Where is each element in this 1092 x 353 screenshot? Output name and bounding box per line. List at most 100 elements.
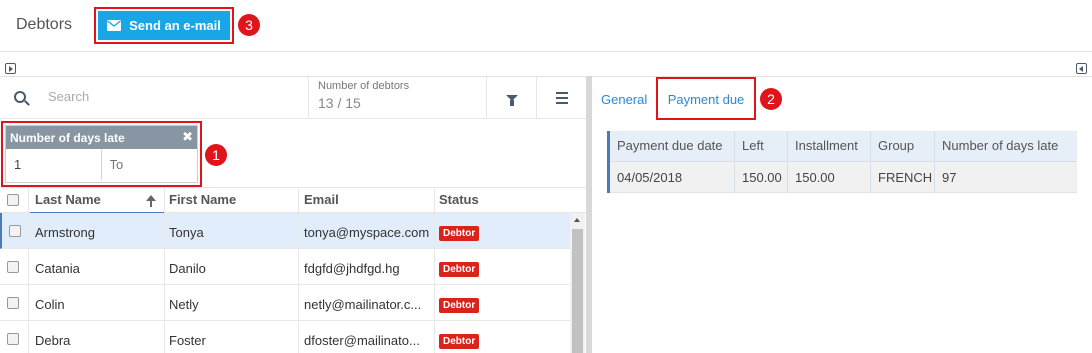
column-divider (787, 131, 788, 193)
cell-last-name: Debra (35, 333, 71, 348)
days-late-filter: Number of days late ✖ (5, 125, 198, 183)
cell-email: tonya@myspace.com (304, 225, 430, 240)
column-divider (434, 321, 435, 353)
table-scrollbar[interactable] (570, 213, 585, 353)
search-icon (14, 91, 26, 103)
column-divider (164, 249, 165, 285)
column-header-days-late[interactable]: Number of days late (942, 138, 1058, 153)
column-header-email[interactable]: Email (304, 192, 339, 207)
send-email-label: Send an e-mail (129, 18, 221, 33)
column-divider (164, 213, 165, 249)
column-divider (434, 249, 435, 285)
cell-payment-due-date: 04/05/2018 (617, 170, 683, 185)
filter-icon (505, 95, 518, 106)
hamburger-icon-line (555, 102, 568, 104)
days-late-from-input[interactable] (6, 149, 102, 180)
column-divider (298, 213, 299, 249)
search-input[interactable] (48, 89, 288, 104)
detail-tabs: General Payment due 2 (592, 77, 1092, 120)
column-divider (28, 188, 29, 214)
status-badge: Debtor (439, 226, 480, 241)
column-divider (28, 249, 29, 285)
table-header: Last Name First Name Email Status (0, 187, 586, 214)
debtors-list-panel: Number of debtors 13 / 15 Number of days… (0, 76, 586, 353)
collapse-right-panel-icon[interactable] (1076, 63, 1087, 74)
column-divider (28, 321, 29, 353)
cell-last-name: Catania (35, 261, 80, 276)
days-late-filter-highlight: Number of days late ✖ (1, 121, 202, 187)
page-title: Debtors (16, 16, 73, 33)
cell-email: netly@mailinator.c... (304, 297, 422, 312)
row-checkbox[interactable] (7, 261, 19, 273)
column-header-left[interactable]: Left (742, 138, 764, 153)
column-header-group[interactable]: Group (878, 138, 914, 153)
column-divider (298, 249, 299, 285)
column-header-payment-due-date[interactable]: Payment due date (617, 138, 723, 153)
column-header-installment[interactable]: Installment (795, 138, 858, 153)
callout-badge-2: 2 (760, 88, 782, 110)
row-checkbox[interactable] (7, 297, 19, 309)
search-bar: Number of debtors 13 / 15 (0, 77, 586, 119)
row-checkbox[interactable] (7, 333, 19, 345)
table-row[interactable]: Armstrong Tonya tonya@myspace.com Debtor (0, 213, 570, 249)
column-header-first-name[interactable]: First Name (169, 192, 236, 207)
cell-installment: 150.00 (795, 170, 835, 185)
table-row[interactable]: Catania Danilo fdgfd@jhdfgd.hg Debtor (0, 249, 570, 285)
cell-first-name: Tonya (169, 225, 204, 240)
scroll-up-icon[interactable] (574, 218, 580, 222)
cell-days-late: 97 (942, 170, 957, 185)
debtor-count-value: 13 / 15 (318, 95, 361, 111)
column-divider (28, 213, 29, 249)
cell-email: fdgfd@jhdfgd.hg (304, 261, 400, 276)
cell-left: 150.00 (742, 170, 782, 185)
status-badge: Debtor (439, 298, 480, 313)
payment-due-table: Payment due date Left Installment Group … (607, 131, 1077, 193)
debtor-count: Number of debtors 13 / 15 (308, 77, 486, 119)
debtor-detail-panel: General Payment due 2 Payment due date L… (592, 76, 1092, 353)
tab-payment-due-highlight: Payment due (656, 77, 756, 120)
tab-payment-due[interactable]: Payment due (668, 92, 745, 107)
column-header-status[interactable]: Status (439, 192, 479, 207)
sort-ascending-icon[interactable] (145, 195, 157, 207)
cell-last-name: Armstrong (35, 225, 95, 240)
cell-email: dfoster@mailinato... (304, 333, 420, 348)
column-divider (164, 285, 165, 321)
table-row[interactable]: 04/05/2018 150.00 150.00 FRENCH 97 (610, 162, 1077, 193)
scroll-thumb[interactable] (572, 229, 583, 353)
filter-title: Number of days late ✖ (6, 126, 197, 149)
column-header-last-name[interactable]: Last Name (35, 192, 101, 207)
cell-first-name: Foster (169, 333, 206, 348)
tab-general[interactable]: General (601, 92, 647, 107)
column-divider (434, 213, 435, 249)
cell-group: FRENCH (878, 170, 933, 185)
debtor-count-label: Number of debtors (318, 80, 410, 92)
cell-first-name: Danilo (169, 261, 206, 276)
callout-badge-3: 3 (238, 14, 260, 36)
close-icon[interactable]: ✖ (182, 129, 193, 145)
status-badge: Debtor (439, 334, 480, 349)
column-divider (934, 131, 935, 193)
days-late-to-input[interactable] (101, 149, 197, 180)
table-row[interactable]: Colin Netly netly@mailinator.c... Debtor (0, 285, 570, 321)
hamburger-icon-line (555, 92, 568, 94)
column-divider (164, 188, 165, 214)
table-row[interactable]: Debra Foster dfoster@mailinato... Debtor (0, 321, 570, 353)
filter-button[interactable] (486, 77, 536, 119)
menu-button[interactable] (536, 77, 586, 119)
column-divider (298, 321, 299, 353)
row-checkbox[interactable] (9, 225, 21, 237)
expand-left-panel-icon[interactable] (5, 63, 16, 74)
send-email-button[interactable]: Send an e-mail (98, 11, 230, 40)
column-divider (434, 188, 435, 214)
cell-last-name: Colin (35, 297, 65, 312)
callout-badge-1: 1 (205, 144, 227, 166)
column-divider (28, 285, 29, 321)
top-bar: Debtors Send an e-mail 3 (0, 0, 1092, 52)
select-all-checkbox[interactable] (7, 194, 19, 206)
envelope-icon (107, 20, 122, 31)
cell-first-name: Netly (169, 297, 199, 312)
column-divider (164, 321, 165, 353)
hamburger-icon-line (555, 97, 568, 99)
column-divider (870, 131, 871, 193)
column-divider (298, 285, 299, 321)
